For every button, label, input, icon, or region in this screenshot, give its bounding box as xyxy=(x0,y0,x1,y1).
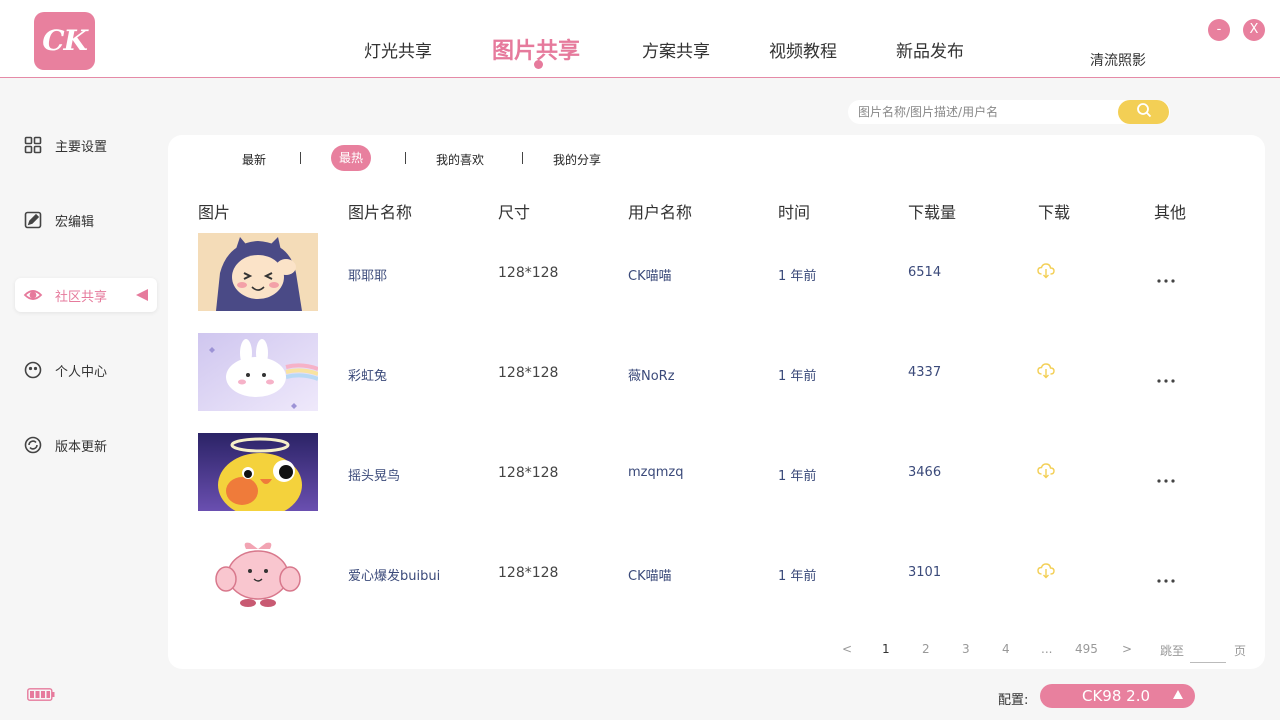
sidebar-item-label: 个人中心 xyxy=(55,364,108,380)
table-row: 爱心爆发buibui 128*128 CK喵喵 1 年前 3101 xyxy=(168,533,1265,613)
sidebar-item-label: 社区共享 xyxy=(55,289,108,305)
page-suffix-label: 页 xyxy=(1234,644,1247,658)
sidebar-item-community-share[interactable]: 社区共享 xyxy=(15,278,157,312)
minimize-button[interactable]: - xyxy=(1208,19,1230,41)
edit-icon xyxy=(23,210,43,230)
share-eye-icon xyxy=(23,285,43,305)
sidebar: 主要设置 宏编辑 社区共享 个人中心 版本更新 xyxy=(0,79,168,720)
more-options-icon[interactable] xyxy=(1156,369,1176,383)
download-count: 4337 xyxy=(908,365,942,380)
thumbnail-hooded-cat[interactable] xyxy=(198,233,318,311)
image-name: 爱心爆发buibui xyxy=(348,569,441,584)
tab-hottest[interactable]: 最热 xyxy=(331,145,372,171)
image-size: 128*128 xyxy=(498,565,559,581)
close-button[interactable]: X xyxy=(1243,19,1265,41)
caret-up-icon[interactable] xyxy=(1173,690,1183,699)
table-row: 彩虹兔 128*128 薇NoRz 1 年前 4337 xyxy=(168,333,1265,413)
search-button[interactable] xyxy=(1118,100,1169,124)
main-nav: 灯光共享 图片共享 方案共享 视频教程 新品发布 xyxy=(0,0,1280,78)
image-name: 摇头晃鸟 xyxy=(348,469,401,484)
column-header-image-name: 图片名称 xyxy=(348,203,413,222)
image-share-panel: 最新 最热 我的喜欢 我的分享 图片 图片名称 尺寸 用户名称 时间 下载量 下… xyxy=(168,135,1265,669)
active-arrow-icon xyxy=(136,289,148,301)
time-cell: 1 年前 xyxy=(778,369,817,384)
nav-item-lighting-share[interactable]: 灯光共享 xyxy=(364,37,432,62)
page-button-4[interactable]: 4 xyxy=(1002,642,1010,656)
sidebar-item-label: 主要设置 xyxy=(55,139,108,155)
more-options-icon[interactable] xyxy=(1156,269,1176,283)
column-header-user-name: 用户名称 xyxy=(628,203,693,222)
prev-page-button[interactable]: < xyxy=(842,642,852,656)
next-page-button[interactable]: > xyxy=(1122,642,1132,656)
page-button-3[interactable]: 3 xyxy=(962,642,970,656)
user-name[interactable]: 清流照影 xyxy=(1090,50,1146,70)
sidebar-item-label: 宏编辑 xyxy=(55,214,95,230)
cloud-download-icon[interactable] xyxy=(1037,563,1055,579)
smile-icon xyxy=(23,360,43,380)
thumbnail-rainbow-bunny[interactable] xyxy=(198,333,318,411)
image-name: 彩虹兔 xyxy=(348,369,388,384)
tab-divider xyxy=(300,152,301,164)
sidebar-item-label: 版本更新 xyxy=(55,439,108,455)
tab-latest[interactable]: 最新 xyxy=(242,151,266,168)
time-cell: 1 年前 xyxy=(778,569,817,584)
column-header-time: 时间 xyxy=(778,203,811,222)
image-name: 耶耶耶 xyxy=(348,269,388,284)
jump-page-underline xyxy=(1190,662,1226,663)
sidebar-item-version-update[interactable]: 版本更新 xyxy=(15,428,157,462)
nav-item-new-release[interactable]: 新品发布 xyxy=(896,37,964,62)
page-button-1[interactable]: 1 xyxy=(882,642,890,656)
page-ellipsis: ... xyxy=(1041,642,1053,656)
search-input[interactable] xyxy=(858,103,1118,121)
cloud-download-icon[interactable] xyxy=(1037,263,1055,279)
download-count: 3466 xyxy=(908,465,942,480)
table-row: 耶耶耶 128*128 CK喵喵 1 年前 6514 xyxy=(168,233,1265,313)
tab-my-favorites[interactable]: 我的喜欢 xyxy=(436,151,484,168)
config-selector[interactable]: CK98 2.0 xyxy=(1040,684,1195,708)
sidebar-item-main-settings[interactable]: 主要设置 xyxy=(15,128,157,162)
column-header-image: 图片 xyxy=(198,203,231,222)
page-button-last[interactable]: 495 xyxy=(1075,642,1098,656)
pagination: < 1 2 3 4 ... 495 > 跳至 页 xyxy=(168,642,1265,663)
thumbnail-angel-bird[interactable] xyxy=(198,433,318,511)
more-options-icon[interactable] xyxy=(1156,469,1176,483)
sidebar-item-macro-edit[interactable]: 宏编辑 xyxy=(15,203,157,237)
refresh-icon xyxy=(23,435,43,455)
thumbnail-pink-blob[interactable] xyxy=(198,533,318,611)
page-button-2[interactable]: 2 xyxy=(922,642,930,656)
user-name-cell: CK喵喵 xyxy=(628,269,672,284)
user-name-cell: mzqmzq xyxy=(628,465,684,480)
download-count: 3101 xyxy=(908,565,942,580)
tab-divider xyxy=(405,152,406,164)
top-header: CK 灯光共享 图片共享 方案共享 视频教程 新品发布 清流照影 - X xyxy=(0,0,1280,78)
user-name-cell: 薇NoRz xyxy=(628,369,675,384)
cloud-download-icon[interactable] xyxy=(1037,363,1055,379)
time-cell: 1 年前 xyxy=(778,269,817,284)
jump-to-label: 跳至 xyxy=(1160,644,1185,658)
column-header-other: 其他 xyxy=(1154,203,1187,222)
user-name-cell: CK喵喵 xyxy=(628,569,672,584)
column-header-size: 尺寸 xyxy=(498,203,531,222)
config-label: 配置: xyxy=(998,693,1029,708)
nav-item-scheme-share[interactable]: 方案共享 xyxy=(642,37,710,62)
grid-icon xyxy=(23,135,43,155)
more-options-icon[interactable] xyxy=(1156,569,1176,583)
image-size: 128*128 xyxy=(498,465,559,481)
search-icon xyxy=(1136,102,1152,122)
battery-icon xyxy=(27,686,55,701)
image-size: 128*128 xyxy=(498,265,559,281)
download-count: 6514 xyxy=(908,265,942,280)
nav-active-indicator xyxy=(534,60,543,69)
sidebar-item-personal-center[interactable]: 个人中心 xyxy=(15,353,157,387)
table-row: 摇头晃鸟 128*128 mzqmzq 1 年前 3466 xyxy=(168,433,1265,513)
image-size: 128*128 xyxy=(498,365,559,381)
column-header-download: 下载 xyxy=(1038,203,1071,222)
tab-divider xyxy=(522,152,523,164)
nav-item-video-tutorial[interactable]: 视频教程 xyxy=(769,37,837,62)
column-header-downloads: 下载量 xyxy=(908,203,957,222)
time-cell: 1 年前 xyxy=(778,469,817,484)
tab-my-shares[interactable]: 我的分享 xyxy=(553,151,601,168)
cloud-download-icon[interactable] xyxy=(1037,463,1055,479)
